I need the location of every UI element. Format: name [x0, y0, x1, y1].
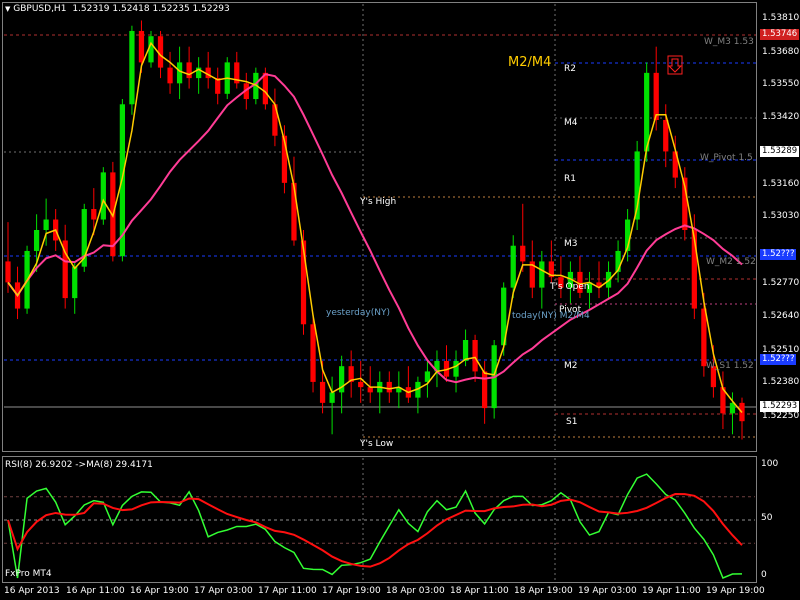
- price-tick: 1.53550: [762, 79, 800, 89]
- weekly-m2-label: W_M2 1.52: [706, 257, 756, 267]
- price-tick: 1.52770: [762, 278, 800, 288]
- candle-up: [72, 266, 78, 299]
- level-label-ts-open: T's Open: [550, 282, 590, 292]
- time-tick: 19 Apr 03:00: [578, 586, 637, 596]
- ys-high-label: Y's High: [360, 197, 397, 207]
- chart-ohlc: 1.52319 1.52418 1.52235 1.52293: [72, 4, 230, 14]
- candle-up: [129, 30, 135, 105]
- m2m4-label: M2/M4: [508, 55, 552, 70]
- candle-down: [262, 72, 268, 105]
- candle-up: [462, 340, 469, 361]
- candle-down: [186, 62, 192, 79]
- today-ny-label: today(NY) M2/M4: [512, 311, 590, 321]
- candle-up: [329, 392, 335, 403]
- weekly-s1-label: W_S1 1.52: [706, 361, 754, 371]
- candle-down: [319, 381, 326, 403]
- level-label-m4: M4: [564, 118, 578, 128]
- weekly-m3-label: W_M3 1.53: [704, 37, 754, 47]
- time-tick: 19 Apr 19:00: [706, 586, 765, 596]
- candle-up: [510, 245, 516, 288]
- level-label-r2: R2: [564, 64, 576, 74]
- candle-down: [663, 120, 669, 152]
- price-tick: 1.52640: [762, 311, 800, 321]
- time-tick: 17 Apr 19:00: [322, 586, 381, 596]
- level-label-m3: M3: [564, 239, 578, 249]
- price-tick: 1.53030: [762, 211, 800, 221]
- candle-down: [358, 381, 364, 388]
- weekly-pivot-label: W_Pivot 1.5: [700, 153, 753, 163]
- time-tick: 18 Apr 03:00: [386, 586, 445, 596]
- chart-symbol: GBPUSD,H1: [13, 4, 67, 14]
- candle-up: [43, 219, 49, 230]
- price-badge-bid: 1.52293: [760, 401, 800, 412]
- level-label-m2: M2: [564, 361, 578, 371]
- time-tick: 17 Apr 11:00: [258, 586, 317, 596]
- candle-down: [367, 387, 373, 393]
- candle-up: [176, 62, 183, 84]
- time-tick: 16 Apr 11:00: [66, 586, 125, 596]
- candle-up: [100, 172, 106, 220]
- price-tick: 1.53160: [762, 179, 800, 189]
- price-badge-m2: 1.52???: [760, 249, 797, 260]
- rsi-level-0: 0: [761, 570, 767, 580]
- price-tick: 1.53680: [762, 47, 800, 57]
- candle-down: [386, 381, 392, 393]
- rsi-level-100: 100: [761, 459, 779, 469]
- candle-down: [520, 245, 526, 262]
- yesterday-ny-label: yesterday(NY): [326, 308, 390, 318]
- down-triangle-icon: ▼: [5, 5, 11, 13]
- price-tick: 1.52250: [762, 411, 800, 421]
- price-badge-pivot: 1.53289: [760, 146, 800, 157]
- price-badge-top: 1.53746: [760, 29, 800, 40]
- time-tick: 18 Apr 11:00: [450, 586, 509, 596]
- level-label-r1: R1: [564, 174, 576, 184]
- time-tick: 16 Apr 19:00: [130, 586, 189, 596]
- time-tick: 16 Apr 2013: [4, 586, 60, 596]
- candle-up: [453, 360, 459, 377]
- candle-down: [291, 182, 297, 241]
- time-tick: 19 Apr 11:00: [642, 586, 701, 596]
- ys-low-label: Y's Low: [360, 439, 394, 449]
- price-chart[interactable]: [0, 0, 800, 600]
- price-badge-s1: 1.52???: [760, 354, 797, 365]
- candle-up: [539, 261, 545, 288]
- price-tick: 1.52380: [762, 377, 800, 387]
- candle-up: [33, 230, 40, 251]
- time-tick: 18 Apr 19:00: [514, 586, 573, 596]
- candle-down: [310, 324, 316, 382]
- rsi-title: RSI(8) 26.9202 ->MA(8) 29.4171: [5, 460, 153, 470]
- broker-label: FxPro MT4: [5, 569, 52, 579]
- candle-down: [482, 371, 488, 409]
- time-tick: 17 Apr 03:00: [194, 586, 253, 596]
- candle-down: [138, 30, 145, 63]
- rsi-level-50: 50: [761, 513, 773, 523]
- price-tick: 1.53420: [762, 112, 800, 122]
- chart-header: ▼ GBPUSD,H1 1.52319 1.52418 1.52235 1.52…: [5, 4, 230, 15]
- candle-down: [472, 340, 478, 372]
- price-tick: 1.53810: [762, 13, 800, 23]
- candle-down: [167, 67, 173, 84]
- candle-down: [701, 308, 707, 367]
- level-label-s1: S1: [566, 417, 578, 427]
- candle-down: [5, 261, 11, 283]
- candle-down: [91, 209, 97, 220]
- candle-down: [653, 72, 659, 120]
